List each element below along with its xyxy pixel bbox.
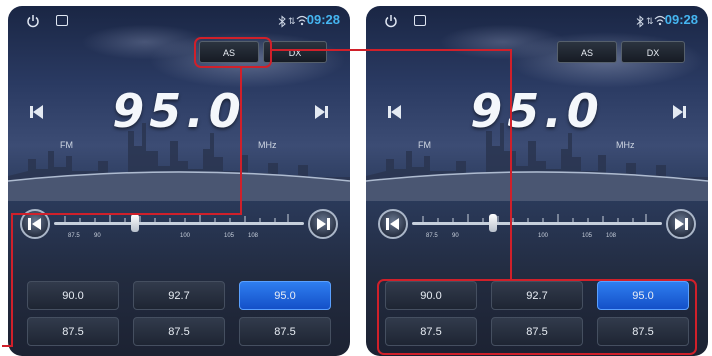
scale-label: 87.5 [68,233,80,239]
power-icon[interactable] [384,14,398,28]
bluetooth-icon [278,15,286,28]
data-activity-icon: ⇅ [288,16,296,26]
scale-label: 87.5 [426,233,438,239]
tune-up-button[interactable] [308,209,338,239]
status-bar: ⇅ 09:28 [366,6,708,36]
clock: 09:28 [306,12,340,27]
bluetooth-icon [636,15,644,28]
preset-button[interactable]: 90.0 [27,281,119,310]
band-label: FM [418,140,431,150]
tuning-scale-ticks [64,214,289,222]
tuning-track[interactable] [412,222,662,225]
frequency-display: 95.0 [112,84,246,138]
scale-label: 90 [452,233,459,239]
scale-label: 108 [606,233,617,239]
preset-button[interactable]: 87.5 [597,317,689,346]
scale-label: 108 [248,233,259,239]
tuning-scale-ticks [422,214,647,222]
frequency-display: 95.0 [470,84,604,138]
power-icon[interactable] [26,14,40,28]
scale-label: 100 [538,233,549,239]
unit-label: MHz [258,140,277,150]
tune-up-button[interactable] [666,209,696,239]
as-button[interactable]: AS [557,41,617,63]
as-button[interactable]: AS [199,41,259,63]
tune-up-icon [317,218,330,230]
scale-label: 100 [180,233,191,239]
preset-button[interactable]: 87.5 [385,317,477,346]
preset-button[interactable]: 87.5 [133,317,225,346]
preset-button-active[interactable]: 95.0 [597,281,689,310]
status-bar: ⇅ 09:28 [8,6,350,36]
data-activity-icon: ⇅ [646,16,654,26]
unit-label: MHz [616,140,635,150]
preset-button[interactable]: 92.7 [133,281,225,310]
preset-button[interactable]: 90.0 [385,281,477,310]
tuning-slider-knob[interactable] [131,214,139,232]
dx-button[interactable]: DX [621,41,685,63]
recent-apps-icon[interactable] [56,15,68,26]
preset-button[interactable]: 87.5 [27,317,119,346]
preset-button[interactable]: 87.5 [239,317,331,346]
scale-label: 90 [94,233,101,239]
tune-down-button[interactable] [20,209,50,239]
tune-up-icon [675,218,688,230]
dx-button[interactable]: DX [263,41,327,63]
preset-button[interactable]: 92.7 [491,281,583,310]
band-label: FM [60,140,73,150]
clock: 09:28 [664,12,698,27]
tuning-bar: 87.5 90 100 105 108 [378,209,696,245]
tuning-slider-knob[interactable] [489,214,497,232]
tuning-track[interactable] [54,222,304,225]
preset-button-active[interactable]: 95.0 [239,281,331,310]
tune-down-button[interactable] [378,209,408,239]
tune-down-icon [386,218,399,230]
preset-button[interactable]: 87.5 [491,317,583,346]
tune-down-icon [28,218,41,230]
tuning-bar: 87.5 90 100 105 108 [20,209,338,245]
recent-apps-icon[interactable] [414,15,426,26]
scale-label: 105 [224,233,235,239]
scale-label: 105 [582,233,593,239]
